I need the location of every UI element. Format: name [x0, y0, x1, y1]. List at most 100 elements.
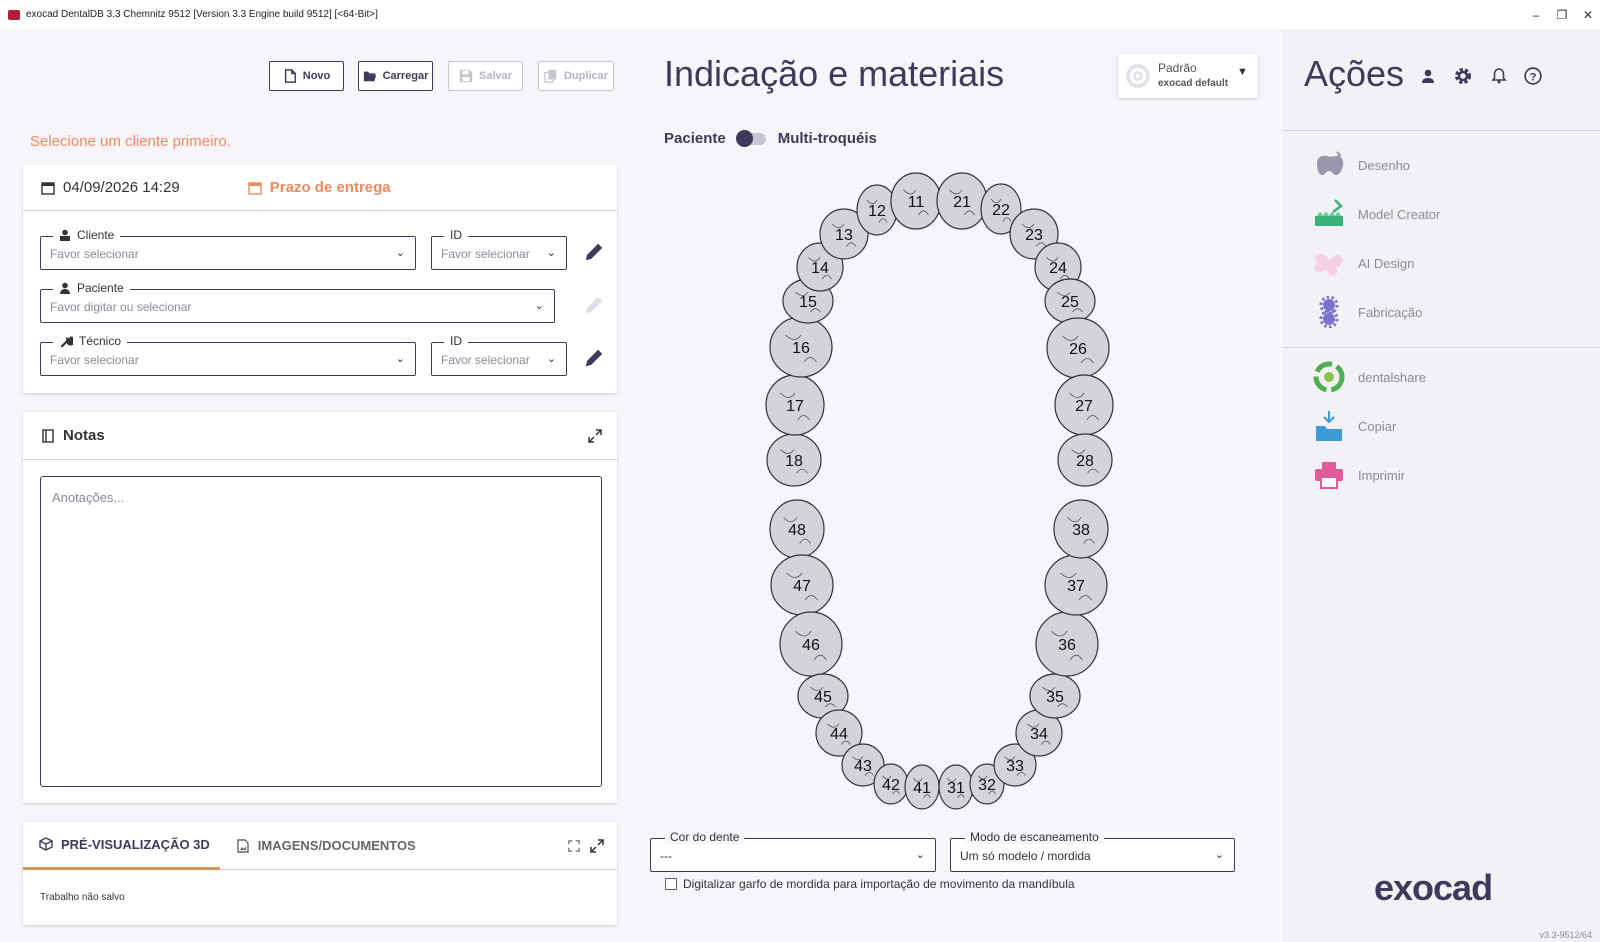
upper-tooth-17[interactable]: 17: [765, 374, 825, 436]
bite-fork-checkbox[interactable]: [665, 878, 677, 890]
notebook-icon: [42, 428, 54, 443]
settings-gear-icon[interactable]: [1452, 65, 1474, 87]
unsaved-status: Trabalho não salvo: [40, 892, 125, 903]
tooth-number: 22: [992, 202, 1010, 219]
ai-design-icon: [1312, 246, 1346, 280]
patient-combo[interactable]: Paciente Favor digitar ou selecionar ⌄: [40, 281, 555, 323]
chevron-down-icon: ⌄: [395, 247, 405, 259]
help-icon[interactable]: ?: [1522, 65, 1544, 87]
order-datetime: 04/09/2026 14:29: [63, 179, 180, 196]
edit-patient-pencil-icon[interactable]: [583, 294, 605, 316]
deadline-calendar-icon[interactable]: [248, 181, 262, 195]
patient-label: Paciente: [77, 281, 124, 295]
notes-card: Notas Anotações...: [23, 412, 617, 803]
notes-header: Notas: [23, 412, 617, 460]
tooth-number: 37: [1067, 578, 1085, 595]
notes-title: Notas: [63, 427, 105, 444]
actions-panel: Ações ? Desenho Model Creator AI Design …: [1282, 29, 1600, 942]
scan-mode-label: Modo de escaneamento: [965, 830, 1104, 844]
tooth-number: 26: [1069, 341, 1087, 358]
tooth-number: 21: [953, 194, 971, 211]
duplicate-button[interactable]: Duplicar: [538, 61, 614, 91]
action-copy[interactable]: Copiar: [1312, 408, 1396, 444]
tooth-number: 15: [799, 294, 817, 311]
tooth-number: 12: [868, 203, 886, 220]
minimize-button[interactable]: –: [1522, 0, 1550, 29]
lower-tooth-46[interactable]: 46: [779, 611, 843, 677]
lower-tooth-38[interactable]: 38: [1053, 499, 1109, 559]
technician-value: Favor selecionar: [50, 353, 139, 367]
lower-tooth-48[interactable]: 48: [769, 499, 825, 559]
load-button[interactable]: Carregar: [358, 61, 433, 91]
lower-tooth-42[interactable]: 42: [873, 763, 909, 805]
client-id-value: Favor selecionar: [441, 247, 530, 261]
edit-technician-pencil-icon[interactable]: [583, 347, 605, 369]
tooth-number: 45: [814, 689, 832, 706]
technician-id-value: Favor selecionar: [441, 353, 530, 367]
lower-tooth-41[interactable]: 41: [904, 764, 940, 810]
tooth-color-select[interactable]: Cor do dente --- ⌄: [650, 830, 936, 872]
action-design[interactable]: Desenho: [1312, 147, 1410, 183]
new-document-icon: [284, 69, 296, 83]
notes-textarea[interactable]: Anotações...: [40, 476, 602, 787]
lower-tooth-47[interactable]: 47: [770, 554, 834, 616]
action-fabrication[interactable]: Fabricação: [1312, 294, 1422, 330]
tooth-number: 32: [978, 777, 996, 794]
new-button-label: Novo: [302, 70, 331, 82]
upper-tooth-27[interactable]: 27: [1054, 374, 1114, 436]
app-logo-icon: [8, 9, 20, 20]
upper-tooth-12[interactable]: 12: [856, 184, 898, 236]
tab-3d-preview[interactable]: PRÉ-VISUALIZAÇÃO 3D: [23, 822, 220, 870]
tooth-number: 16: [792, 340, 810, 357]
action-print[interactable]: Imprimir: [1312, 457, 1405, 493]
deadline-link[interactable]: Prazo de entrega: [270, 179, 391, 196]
upper-tooth-25[interactable]: 25: [1044, 278, 1096, 324]
client-value: Favor selecionar: [50, 247, 139, 261]
new-button[interactable]: Novo: [269, 61, 344, 91]
scan-mode-select[interactable]: Modo de escaneamento Um só modelo / mord…: [950, 830, 1235, 872]
save-button[interactable]: Salvar: [448, 61, 523, 91]
lower-tooth-35[interactable]: 35: [1029, 673, 1081, 719]
action-dentalshare[interactable]: dentalshare: [1312, 359, 1426, 395]
fullscreen-icon[interactable]: [568, 840, 580, 852]
tooth-number: 25: [1061, 294, 1079, 311]
action-dentalshare-label: dentalshare: [1358, 369, 1426, 385]
duplicate-icon: [544, 69, 557, 83]
action-model-creator-label: Model Creator: [1358, 206, 1441, 222]
upper-tooth-18[interactable]: 18: [766, 433, 822, 487]
close-button[interactable]: ✕: [1574, 0, 1600, 29]
patient-legend: Paciente: [53, 281, 130, 295]
technician-select[interactable]: Técnico Favor selecionar ⌄: [40, 334, 416, 376]
upper-tooth-11[interactable]: 11: [890, 172, 942, 230]
document-image-icon: [237, 838, 249, 853]
bite-fork-checkbox-row[interactable]: Digitalizar garfo de mordida para import…: [665, 877, 1075, 891]
upper-tooth-28[interactable]: 28: [1057, 433, 1113, 487]
technician-id-select[interactable]: ID Favor selecionar ⌄: [431, 334, 567, 376]
client-select[interactable]: Cliente Favor selecionar ⌄: [40, 228, 416, 270]
client-icon: [60, 229, 70, 241]
user-icon[interactable]: [1417, 65, 1439, 87]
tab-images-documents[interactable]: IMAGENS/DOCUMENTOS: [220, 822, 426, 870]
action-model-creator[interactable]: Model Creator: [1312, 196, 1440, 232]
preview-tabs: PRÉ-VISUALIZAÇÃO 3D IMAGENS/DOCUMENTOS: [23, 822, 617, 870]
lower-tooth-37[interactable]: 37: [1044, 554, 1108, 616]
fabrication-gear-icon: [1312, 295, 1346, 329]
upper-tooth-21[interactable]: 21: [936, 172, 988, 230]
expand-notes-icon[interactable]: [588, 429, 602, 443]
expand-preview-icon[interactable]: [590, 839, 604, 853]
maximize-button[interactable]: ❐: [1548, 0, 1576, 29]
upper-tooth-16[interactable]: 16: [769, 316, 833, 378]
lower-tooth-31[interactable]: 31: [938, 764, 974, 810]
wrench-icon: [60, 336, 73, 348]
action-ai-design-label: AI Design: [1358, 255, 1415, 271]
tooth-number: 35: [1046, 689, 1064, 706]
tooth-number: 14: [811, 260, 829, 277]
lower-tooth-36[interactable]: 36: [1035, 611, 1099, 677]
edit-client-pencil-icon[interactable]: [583, 241, 605, 263]
action-ai-design[interactable]: AI Design: [1312, 245, 1414, 281]
client-id-select[interactable]: ID Favor selecionar ⌄: [431, 228, 567, 270]
notification-bell-icon[interactable]: [1488, 65, 1510, 87]
upper-tooth-26[interactable]: 26: [1046, 317, 1110, 379]
tooth-number: 48: [788, 522, 806, 539]
action-design-label: Desenho: [1358, 157, 1411, 173]
